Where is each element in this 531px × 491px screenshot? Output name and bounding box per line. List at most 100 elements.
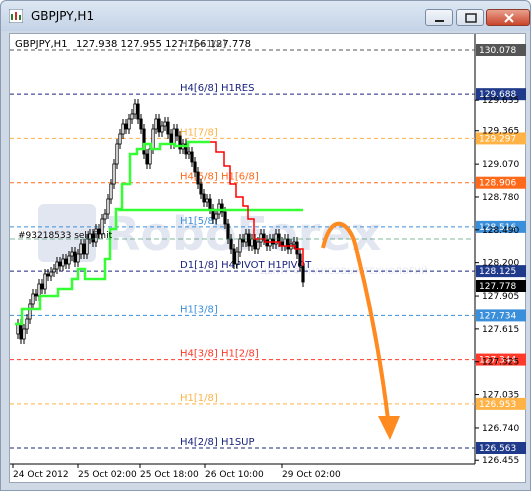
candle-body <box>247 233 251 247</box>
candle-body <box>124 123 128 130</box>
candle-body <box>70 251 74 257</box>
candle-body <box>67 255 71 265</box>
level-label: H1[1/8] <box>180 393 218 404</box>
price-chart[interactable]: RoboForex ЦЕНТР ФИНАНСОВЫХ ТЕХНОЛОГИЙ GB… <box>10 34 527 484</box>
candle-body <box>76 253 80 263</box>
close-icon <box>504 13 514 23</box>
time-tick-label: 25 Oct 18:00 <box>140 470 199 480</box>
candle-body <box>193 161 197 173</box>
time-tick-label: 26 Oct 10:00 <box>205 470 264 480</box>
level-label: H4[5/8] H1[6/8] <box>180 172 259 183</box>
price-tick-label: 127.325 <box>482 358 519 368</box>
level-price-value: 126.563 <box>479 444 516 454</box>
candle-body <box>148 148 152 165</box>
title-bar[interactable]: GBPJPY,H1 <box>1 1 530 31</box>
candle-body <box>226 223 230 240</box>
price-tick-label: 127.615 <box>482 325 519 335</box>
sell-limit-label: #93218533 sell limit <box>18 231 113 241</box>
candle-body <box>154 118 158 130</box>
candle-body <box>136 103 140 120</box>
candle-body <box>202 193 206 203</box>
candle-body <box>208 198 212 210</box>
candle-body <box>121 123 125 135</box>
candle-body <box>265 239 269 247</box>
candle-body <box>115 143 119 165</box>
price-tick-label: 127.035 <box>482 391 519 401</box>
candle-body <box>82 243 86 255</box>
candle-body <box>292 241 296 245</box>
minimize-button[interactable] <box>425 9 453 26</box>
candle-body <box>103 213 107 220</box>
price-tick-label: 127.905 <box>482 292 519 302</box>
candle-body <box>187 151 191 155</box>
candle-body <box>106 198 110 215</box>
candle-body <box>277 233 281 243</box>
candle-body <box>205 198 209 203</box>
chart-window: GBPJPY,H1 RoboForex ЦЕНТР ФИНАНСОВЫХ ТЕХ… <box>0 0 531 491</box>
candle-body <box>139 118 143 130</box>
candle-body <box>175 128 179 137</box>
candle-body <box>166 121 170 135</box>
candle-body <box>58 261 62 267</box>
minimize-icon <box>435 20 444 22</box>
candle-body <box>199 183 203 195</box>
level-price-value: 130.078 <box>479 46 516 56</box>
candle-body <box>34 293 38 297</box>
candle-body <box>61 258 65 267</box>
window-title: GBPJPY,H1 <box>31 9 95 23</box>
candle-body <box>49 271 53 277</box>
time-tick-label: 24 Oct 2012 <box>13 470 69 480</box>
close-button[interactable] <box>486 9 530 26</box>
level-label: D1[1/8] H4PIVOT H1PIVOT <box>180 260 312 271</box>
candle-body <box>43 273 47 290</box>
candle-body <box>172 128 176 145</box>
price-tick-label: 129.365 <box>482 127 519 137</box>
candle-body <box>295 241 299 255</box>
candle-body <box>244 233 248 243</box>
candle-body <box>130 113 134 120</box>
candle-body <box>253 238 257 250</box>
candle-body <box>52 268 56 273</box>
candle-body <box>28 303 32 320</box>
price-tick-label: 126.740 <box>482 424 519 434</box>
candle-body <box>40 283 44 290</box>
level-label: H1[3/8] <box>180 304 218 315</box>
candle-body <box>55 261 59 270</box>
candle-body <box>238 238 242 253</box>
level-price-value: 127.734 <box>479 311 516 321</box>
candle-body <box>37 283 41 297</box>
level-label: H1[7/8] <box>180 127 218 138</box>
candle-body <box>259 233 263 243</box>
time-tick-label: 29 Oct 02:00 <box>282 470 341 480</box>
candle-body <box>160 125 164 133</box>
candle-body <box>31 293 35 305</box>
candle-body <box>85 238 89 255</box>
arrow-head-icon <box>378 416 400 440</box>
candle-body <box>46 273 50 277</box>
price-tick-label: 128.490 <box>482 226 519 236</box>
candle-body <box>64 258 68 265</box>
candle-body <box>16 323 20 335</box>
chart-area[interactable]: RoboForex ЦЕНТР ФИНАНСОВЫХ ТЕХНОЛОГИЙ GB… <box>9 33 526 483</box>
candle-body <box>298 253 302 267</box>
candle-body <box>79 243 83 255</box>
time-axis: 24 Oct 2012 25 Oct 02:00 25 Oct 18:00 26 Oc… <box>12 464 341 480</box>
candle-body <box>190 151 194 163</box>
candle-body <box>145 153 149 165</box>
level-price-value: 128.906 <box>479 179 516 189</box>
candle-body <box>214 213 218 220</box>
level-label: H4[6/8] H1RES <box>180 83 254 94</box>
price-tick-label: 128.780 <box>482 193 519 203</box>
level-price-value: 126.953 <box>479 400 516 410</box>
candle-body <box>196 171 200 185</box>
maximize-icon <box>465 13 477 23</box>
candle-body <box>283 238 287 247</box>
level-label: H4[2/8] H1SUP <box>180 437 255 448</box>
candle-body <box>112 163 116 185</box>
candle-body <box>109 183 113 200</box>
candle-body <box>301 265 305 283</box>
maximize-button[interactable] <box>456 9 484 26</box>
candle-body <box>229 238 233 250</box>
price-tick-label: 128.200 <box>482 259 519 269</box>
level-label: H4[3/8] H1[2/8] <box>180 349 259 360</box>
